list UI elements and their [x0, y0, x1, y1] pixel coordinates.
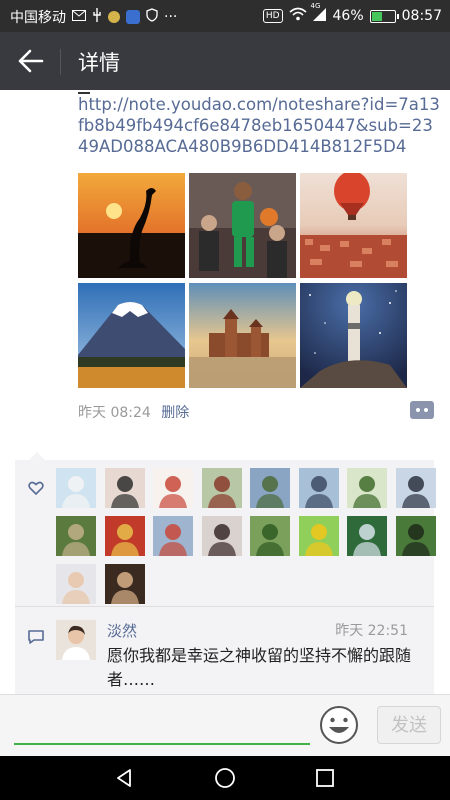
comment-time: 昨天 22:51	[335, 623, 408, 639]
liker-avatar[interactable]	[104, 564, 145, 604]
liker-avatar[interactable]	[347, 516, 387, 556]
post-meta: 昨天 08:24 删除	[78, 402, 189, 422]
liker-avatar[interactable]	[395, 516, 436, 556]
wifi-icon	[288, 7, 307, 25]
nav-back-icon[interactable]	[113, 767, 135, 789]
usb-icon	[92, 8, 102, 26]
nav-home-icon[interactable]	[214, 767, 236, 789]
comment-icon	[28, 630, 44, 644]
send-button[interactable]: 发送	[377, 706, 441, 744]
commenter-name[interactable]: 淡然	[107, 620, 137, 641]
app-header: 详情	[0, 32, 450, 90]
battery-percent: 46%	[332, 8, 364, 24]
post-detail[interactable]: http://note.youdao.com/noteshare?id=7a13…	[0, 90, 450, 694]
dot	[416, 408, 420, 412]
shield-icon	[146, 8, 158, 26]
photo-mount-fuji[interactable]	[78, 283, 185, 388]
delete-button[interactable]: 删除	[161, 405, 189, 421]
photo-lighthouse[interactable]	[300, 283, 407, 388]
hd-icon: HD	[262, 9, 283, 23]
post-link[interactable]: http://note.youdao.com/noteshare?id=7a13…	[78, 94, 443, 157]
liker-avatar[interactable]	[347, 468, 387, 508]
battery-icon	[369, 9, 399, 23]
divider	[15, 606, 434, 607]
signal-icon: 4G	[311, 2, 327, 25]
photo-basketball-player[interactable]	[189, 173, 296, 278]
status-bar: 中国移动 ··· HD 4G 46% 08:57	[0, 0, 450, 32]
liker-avatar[interactable]	[201, 468, 242, 508]
back-arrow-icon	[18, 49, 44, 73]
mail-icon	[72, 9, 86, 25]
liker-avatar[interactable]	[250, 468, 290, 508]
liker-avatar[interactable]	[104, 516, 145, 556]
commenter-avatar[interactable]	[56, 620, 96, 660]
liker-avatar[interactable]	[298, 468, 339, 508]
network-type-label: 4G	[310, 1, 321, 10]
clock: 08:57	[401, 8, 442, 24]
liker-avatar[interactable]	[153, 516, 193, 556]
post-time: 昨天 08:24	[78, 405, 151, 421]
back-button[interactable]	[16, 47, 46, 75]
page-title: 详情	[78, 51, 120, 75]
header-divider	[60, 49, 61, 75]
liker-avatar[interactable]	[298, 516, 339, 556]
notification-dot-icon	[108, 11, 120, 23]
liker-avatar[interactable]	[56, 468, 96, 508]
comment-input-bar: 发送	[0, 694, 450, 757]
liker-avatar[interactable]	[56, 516, 96, 556]
comment-like-menu-button[interactable]	[410, 401, 434, 419]
photo-sunset-crane[interactable]	[78, 173, 185, 278]
photo-hot-air-balloon[interactable]	[300, 173, 407, 278]
liker-avatar[interactable]	[395, 468, 436, 508]
emoji-button-icon[interactable]	[319, 705, 359, 745]
carrier-label: 中国移动	[10, 10, 66, 26]
liker-avatar[interactable]	[250, 516, 290, 556]
app-notification-icon	[126, 10, 140, 24]
liker-avatar[interactable]	[201, 516, 242, 556]
comment-text[interactable]: 愿你我都是幸运之神收留的坚持不懈的跟随者……	[107, 644, 427, 692]
more-notifications-icon: ···	[164, 9, 178, 25]
nav-recents-icon[interactable]	[314, 767, 336, 789]
comment-input[interactable]	[14, 743, 310, 745]
heart-icon	[28, 481, 44, 496]
battery-fill	[371, 11, 382, 21]
system-nav-bar	[0, 756, 450, 800]
liker-avatar[interactable]	[104, 468, 145, 508]
dot	[424, 408, 428, 412]
liker-avatar[interactable]	[153, 468, 193, 508]
likes-comments-panel: 淡然 昨天 22:51 愿你我都是幸运之神收留的坚持不懈的跟随者……	[15, 452, 436, 694]
liker-avatar[interactable]	[56, 564, 96, 604]
photo-castle-lake[interactable]	[189, 283, 296, 388]
